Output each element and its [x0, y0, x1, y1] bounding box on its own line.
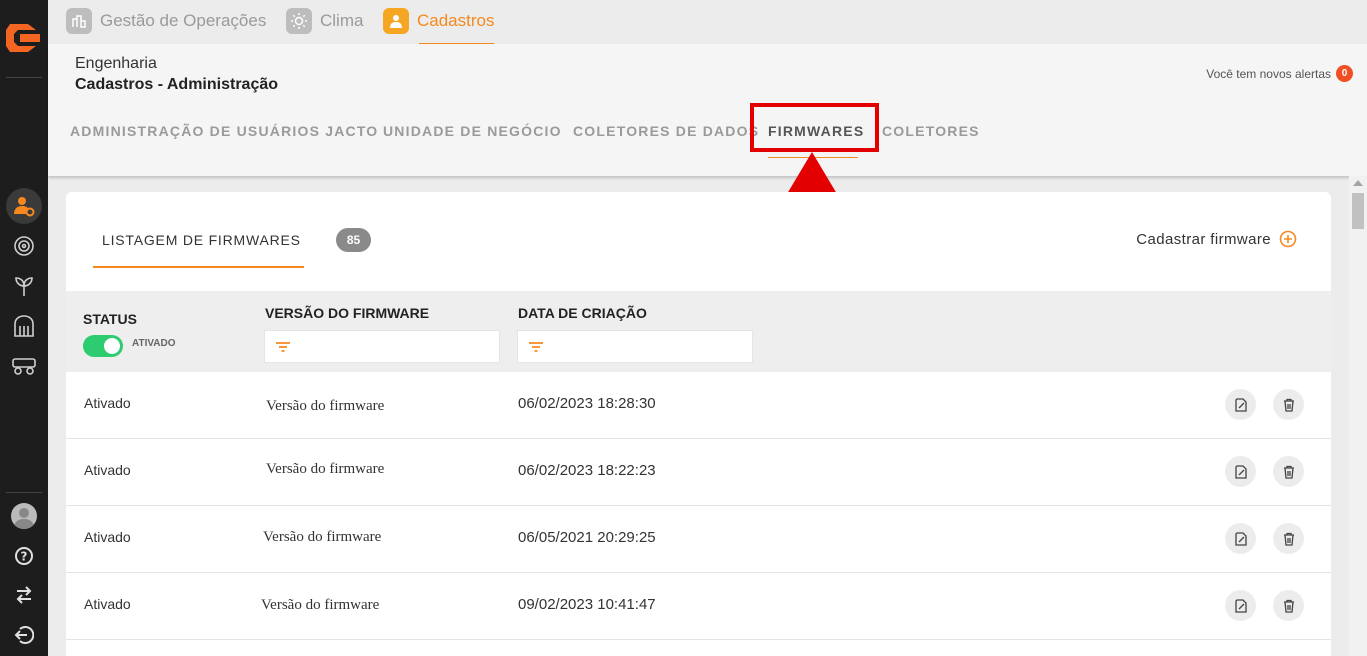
breadcrumb-section: Engenharia	[75, 55, 157, 72]
column-header-status: STATUS	[83, 311, 137, 327]
module-label: Clima	[320, 11, 364, 30]
version-filter-input[interactable]	[264, 330, 500, 363]
chart-building-icon	[66, 8, 92, 34]
tab-unidade-negocio[interactable]: UNIDADE DE NEGÓCIO	[383, 123, 562, 139]
page-header: Engenharia Cadastros - Administração Voc…	[48, 44, 1367, 176]
alerts-text: Você tem novos alertas	[1206, 66, 1331, 81]
status-filter-label: ATIVADO	[132, 338, 176, 349]
silo-icon[interactable]	[10, 312, 38, 340]
card-tab-underline	[93, 266, 304, 268]
module-label: Gestão de Operações	[100, 11, 267, 30]
cell-date: 06/02/2023 18:28:30	[518, 395, 656, 412]
edit-icon	[1234, 464, 1247, 479]
target-gear-icon[interactable]	[10, 232, 38, 260]
edit-button[interactable]	[1225, 456, 1256, 487]
edit-button[interactable]	[1225, 523, 1256, 554]
table-row: Ativado Versão do firmware 06/02/2023 18…	[66, 439, 1331, 506]
tab-coletores-dados[interactable]: COLETORES DE DADOS	[573, 123, 759, 139]
edit-icon	[1234, 598, 1247, 613]
help-icon[interactable]: ?	[10, 542, 38, 570]
trash-icon	[1283, 398, 1294, 412]
cell-status: Ativado	[84, 462, 131, 478]
plant-icon[interactable]	[10, 272, 38, 300]
delete-button[interactable]	[1273, 523, 1304, 554]
filter-icon	[276, 341, 290, 352]
sun-icon	[286, 8, 312, 34]
cell-status: Ativado	[84, 529, 131, 545]
add-firmware-button[interactable]: Cadastrar firmware	[1136, 230, 1297, 248]
tab-coletores[interactable]: COLETORES	[882, 123, 980, 139]
cell-version: Versão do firmware	[263, 529, 382, 545]
add-firmware-label: Cadastrar firmware	[1136, 230, 1271, 248]
cell-version: Versão do firmware	[261, 597, 380, 613]
tractor-icon[interactable]	[10, 351, 38, 379]
annotation-highlight-box	[750, 103, 879, 152]
module-label: Cadastros	[417, 11, 495, 30]
column-header-date: DATA DE CRIAÇÃO	[518, 305, 647, 321]
table-row: Ativado Versão do firmware 06/05/2021 20…	[66, 506, 1331, 573]
table-row: Ativado Versão do firmware 09/02/2023 10…	[66, 573, 1331, 640]
plus-circle-icon	[1279, 230, 1297, 248]
cell-status: Ativado	[84, 395, 131, 411]
cell-version: Versão do firmware	[266, 461, 385, 477]
edit-button[interactable]	[1225, 590, 1256, 621]
edit-icon	[1234, 531, 1247, 546]
firmware-count-badge: 85	[336, 228, 371, 252]
tab-administracao-usuarios[interactable]: ADMINISTRAÇÃO DE USUÁRIOS JACTO	[70, 123, 378, 139]
edit-icon	[1234, 397, 1247, 412]
sidebar: ?	[0, 0, 48, 656]
trash-icon	[1283, 599, 1294, 613]
date-filter-input[interactable]	[517, 330, 753, 363]
delete-button[interactable]	[1273, 389, 1304, 420]
edit-button[interactable]	[1225, 389, 1256, 420]
page-title: Cadastros - Administração	[75, 76, 279, 93]
cell-status: Ativado	[84, 596, 131, 612]
jacto-logo-icon[interactable]	[6, 16, 42, 60]
switch-arrows-icon[interactable]	[10, 581, 38, 609]
avatar[interactable]	[11, 503, 37, 529]
sidebar-divider	[6, 492, 42, 493]
cell-date: 06/02/2023 18:22:23	[518, 462, 656, 479]
user-icon	[383, 8, 409, 34]
alerts-notice[interactable]: Você tem novos alertas 0	[1206, 65, 1353, 82]
table-row: Ativado Versão do firmware 06/02/2023 18…	[66, 372, 1331, 439]
alerts-count-badge: 0	[1336, 65, 1353, 82]
module-gestao-operacoes[interactable]: Gestão de Operações	[66, 8, 266, 44]
page-scrollbar[interactable]	[1349, 176, 1367, 656]
scroll-thumb[interactable]	[1352, 193, 1364, 229]
firmware-list-card: LISTAGEM DE FIRMWARES 85 Cadastrar firmw…	[66, 192, 1331, 656]
module-clima[interactable]: Clima	[286, 8, 363, 44]
svg-text:?: ?	[21, 550, 28, 564]
trash-icon	[1283, 465, 1294, 479]
column-header-version: VERSÃO DO FIRMWARE	[265, 305, 430, 321]
delete-button[interactable]	[1273, 590, 1304, 621]
cell-version: Versão do firmware	[266, 398, 385, 414]
scroll-up-icon[interactable]	[1353, 180, 1363, 186]
cell-date: 06/05/2021 20:29:25	[518, 529, 656, 546]
status-filter-toggle[interactable]	[83, 335, 123, 357]
module-bar: Gestão de Operações Clima Cadastros	[48, 0, 1367, 45]
logout-icon[interactable]	[10, 621, 38, 649]
filter-icon	[529, 341, 543, 352]
cell-date: 09/02/2023 10:41:47	[518, 596, 656, 613]
tab-listagem-firmwares[interactable]: LISTAGEM DE FIRMWARES	[102, 232, 301, 248]
user-settings-icon[interactable]	[6, 188, 42, 224]
trash-icon	[1283, 532, 1294, 546]
sidebar-divider	[6, 77, 42, 78]
delete-button[interactable]	[1273, 456, 1304, 487]
module-cadastros[interactable]: Cadastros	[383, 8, 495, 45]
